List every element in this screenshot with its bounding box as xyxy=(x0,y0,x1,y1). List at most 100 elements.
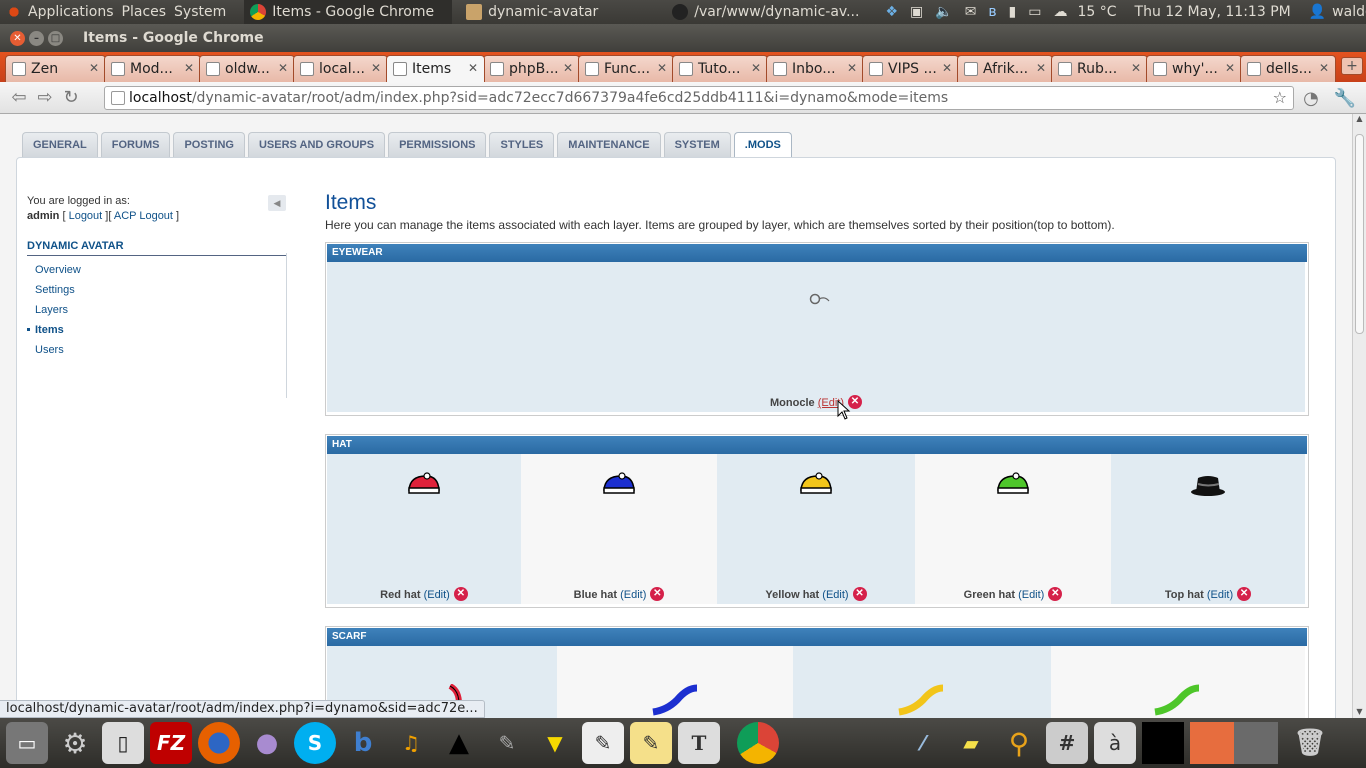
browser-tab[interactable]: oldw... ✕ xyxy=(199,55,295,82)
pidgin-icon[interactable]: ● xyxy=(246,722,288,764)
acp-tab[interactable]: FORUMS xyxy=(100,132,171,157)
close-tab-icon[interactable]: ✕ xyxy=(89,61,99,75)
applications-menu[interactable]: Applications xyxy=(0,0,118,24)
close-tab-icon[interactable]: ✕ xyxy=(657,61,667,75)
notes-icon[interactable]: ▣ xyxy=(910,4,923,20)
network-icon[interactable]: ▮ xyxy=(1009,4,1017,20)
delete-icon[interactable]: ✕ xyxy=(453,587,468,601)
acp-tab[interactable]: POSTING xyxy=(173,132,245,157)
paint-bucket-icon[interactable]: ▼ xyxy=(534,722,576,764)
logout-link[interactable]: Logout xyxy=(69,210,103,222)
bluetooth-icon[interactable]: ʙ xyxy=(988,4,996,20)
scroll-down-icon[interactable]: ▼ xyxy=(1353,707,1366,716)
clock-indicator[interactable]: Thu 12 May, 11:13 PM xyxy=(1131,0,1295,24)
close-tab-icon[interactable]: ✕ xyxy=(751,61,761,75)
acp-tab[interactable]: SYSTEM xyxy=(663,132,731,157)
maximize-window-icon[interactable]: □ xyxy=(48,30,63,46)
character-map-icon[interactable]: à xyxy=(1094,722,1136,764)
places-menu[interactable]: Places xyxy=(118,0,171,24)
wrench-menu-icon[interactable]: 🔧 xyxy=(1332,85,1358,111)
close-tab-icon[interactable]: ✕ xyxy=(184,61,194,75)
close-tab-icon[interactable]: ✕ xyxy=(1131,61,1141,75)
window-button-terminal[interactable]: /var/www/dynamic-av... xyxy=(668,0,879,24)
filezilla-icon[interactable]: FZ xyxy=(150,722,192,764)
close-tab-icon[interactable]: ✕ xyxy=(1036,61,1046,75)
system-monitor-icon[interactable] xyxy=(1142,722,1184,764)
browser-tab[interactable]: Func... ✕ xyxy=(578,55,674,82)
address-bar[interactable]: localhost/dynamic-avatar/root/adm/index.… xyxy=(104,86,1294,110)
sidebar-item-layers[interactable]: Layers xyxy=(27,300,287,320)
delete-icon[interactable]: ✕ xyxy=(650,587,665,601)
sidebar-item-overview[interactable]: Overview xyxy=(27,260,287,280)
trash-icon[interactable]: 🗑 xyxy=(1289,722,1331,764)
new-tab-button[interactable]: + xyxy=(1341,57,1363,75)
close-tab-icon[interactable]: ✕ xyxy=(1319,61,1329,75)
scroll-up-icon[interactable]: ▲ xyxy=(1353,114,1366,123)
sticky-note-icon[interactable]: ▰ xyxy=(950,722,992,764)
gimp-icon[interactable]: ✎ xyxy=(486,722,528,764)
edit-link[interactable]: (Edit) xyxy=(822,589,848,601)
acp-tab[interactable]: STYLES xyxy=(489,132,555,157)
acp-tab[interactable]: PERMISSIONS xyxy=(388,132,487,157)
bookmark-star-icon[interactable]: ☆ xyxy=(1273,88,1287,107)
workspace-switcher[interactable] xyxy=(1190,722,1278,764)
browser-tab[interactable]: Inbo... ✕ xyxy=(766,55,864,82)
browser-tab[interactable]: Zen ✕ xyxy=(5,55,106,82)
battery-icon[interactable]: ▭ xyxy=(1028,4,1041,20)
audacity-icon[interactable]: ♫ xyxy=(390,722,432,764)
close-tab-icon[interactable]: ✕ xyxy=(563,61,573,75)
delete-icon[interactable]: ✕ xyxy=(1237,587,1252,601)
settings-gear-icon[interactable]: ⚙ xyxy=(54,722,96,764)
scroll-thumb[interactable] xyxy=(1355,134,1364,334)
weather-icon[interactable]: ☁ xyxy=(1054,4,1068,20)
browser-tab[interactable]: why'... ✕ xyxy=(1146,55,1242,82)
bluefish-icon[interactable]: b xyxy=(342,722,384,764)
phone-icon[interactable]: ▯ xyxy=(102,722,144,764)
collapse-menu-icon[interactable]: ◀ xyxy=(268,195,286,211)
notes-app-icon[interactable]: ✎ xyxy=(630,722,672,764)
edit-link[interactable]: (Edit) xyxy=(1018,589,1044,601)
browser-tab[interactable]: Rub... ✕ xyxy=(1051,55,1148,82)
browser-tab[interactable]: VIPS ... ✕ xyxy=(862,55,959,82)
search-icon[interactable]: ⚲ xyxy=(998,722,1040,764)
acp-tab[interactable]: USERS AND GROUPS xyxy=(247,132,386,157)
delete-icon[interactable]: ✕ xyxy=(1048,587,1063,601)
text-editor-icon[interactable]: ✎ xyxy=(582,722,624,764)
minimize-window-icon[interactable]: – xyxy=(29,30,44,46)
browser-tab[interactable]: Afrik... ✕ xyxy=(957,55,1053,82)
browser-tab[interactable]: dells... ✕ xyxy=(1240,55,1336,82)
font-viewer-icon[interactable]: T xyxy=(678,722,720,764)
firefox-icon[interactable] xyxy=(198,722,240,764)
close-tab-icon[interactable]: ✕ xyxy=(371,61,381,75)
user-indicator[interactable]: 👤 waldo xyxy=(1305,0,1366,24)
close-tab-icon[interactable]: ✕ xyxy=(1225,61,1235,75)
calculator-icon[interactable]: # xyxy=(1046,722,1088,764)
acp-tab[interactable]: MAINTENANCE xyxy=(557,132,661,157)
page-scrollbar[interactable]: ▲ ▼ xyxy=(1352,114,1366,718)
edit-link[interactable]: (Edit) xyxy=(1207,589,1233,601)
chrome-sync-icon[interactable]: ◔ xyxy=(1298,85,1324,111)
acp-tab[interactable]: .MODS xyxy=(733,132,792,157)
edit-link[interactable]: (Edit) xyxy=(424,589,450,601)
skype-icon[interactable]: S xyxy=(294,722,336,764)
back-button[interactable]: ⇦ xyxy=(6,85,32,111)
sidebar-item-items[interactable]: Items xyxy=(27,320,287,340)
browser-tab[interactable]: Items ✕ xyxy=(386,55,485,82)
close-tab-icon[interactable]: ✕ xyxy=(278,61,288,75)
edit-link[interactable]: (Edit) xyxy=(620,589,646,601)
mail-icon[interactable]: ✉ xyxy=(965,4,977,20)
acp-logout-link[interactable]: ACP Logout xyxy=(114,210,173,222)
dropbox-icon[interactable]: ❖ xyxy=(885,4,898,20)
sidebar-item-users[interactable]: Users xyxy=(27,340,287,360)
show-desktop-icon[interactable]: ▭ xyxy=(6,722,48,764)
inkscape-icon[interactable]: ▲ xyxy=(438,722,480,764)
browser-tab[interactable]: Tuto... ✕ xyxy=(672,55,768,82)
window-button-folder[interactable]: dynamic-avatar xyxy=(452,0,668,24)
close-tab-icon[interactable]: ✕ xyxy=(468,61,478,75)
close-window-icon[interactable]: ✕ xyxy=(10,30,25,46)
color-picker-icon[interactable]: ⁄ xyxy=(902,722,944,764)
browser-tab[interactable]: local... ✕ xyxy=(293,55,388,82)
acp-tab[interactable]: GENERAL xyxy=(22,132,98,157)
chrome-dock-icon[interactable] xyxy=(737,722,779,764)
reload-button[interactable]: ↻ xyxy=(58,85,84,111)
